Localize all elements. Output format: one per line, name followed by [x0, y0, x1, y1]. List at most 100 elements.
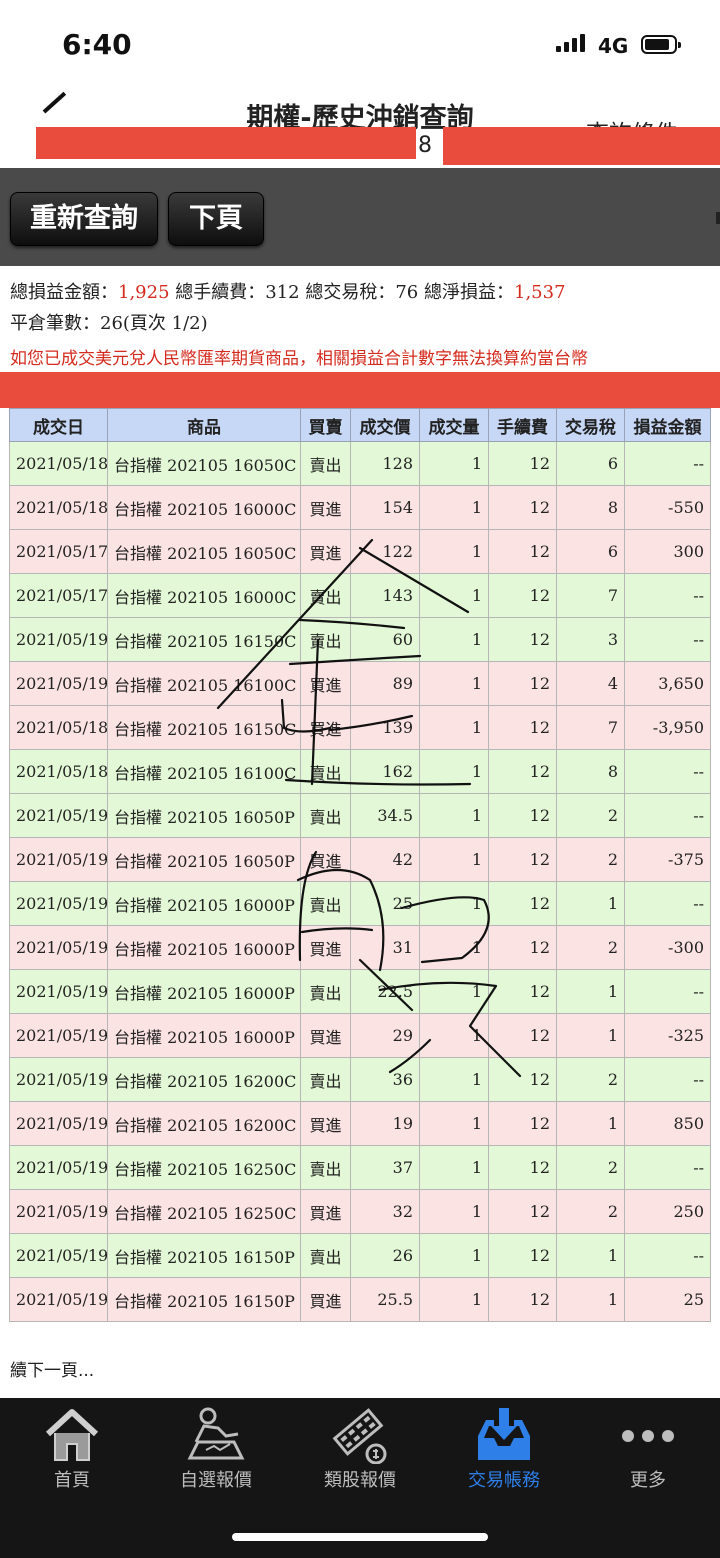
cell-qty: 1 — [419, 1013, 489, 1058]
col-header-product: 商品 — [107, 408, 301, 442]
cell-tax: 6 — [556, 529, 625, 574]
cell-product: 台指權 202105 16000P — [107, 881, 301, 926]
table-row: 2021/05/19 台指權 202105 16000P 賣出 25 1 12 1 -- — [9, 881, 711, 926]
cell-tax: 2 — [556, 1057, 625, 1102]
cell-date: 2021/05/19 — [9, 1233, 108, 1278]
table-row: 2021/05/19 台指權 202105 16200C 買進 19 1 12 1 850 — [9, 1101, 711, 1146]
cell-price: 139 — [350, 705, 420, 750]
redaction-bar-notice — [0, 372, 720, 408]
tab-home-label: 首頁 — [54, 1470, 90, 1491]
col-header-pl: 損益金額 — [624, 408, 711, 442]
tab-trading-account-label: 交易帳務 — [468, 1470, 540, 1491]
cell-tax: 4 — [556, 661, 625, 706]
cell-date: 2021/05/19 — [9, 1057, 108, 1102]
total-fee-value: 312 — [265, 282, 300, 303]
cell-side: 賣出 — [300, 1145, 351, 1190]
table-row: 2021/05/19 台指權 202105 16250C 賣出 37 1 12 2 -- — [9, 1145, 711, 1190]
cell-date: 2021/05/18 — [9, 441, 108, 486]
cell-pl: -325 — [624, 1013, 711, 1058]
cell-side: 買進 — [300, 529, 351, 574]
cell-side: 買進 — [300, 705, 351, 750]
table-row: 2021/05/19 台指權 202105 16250C 買進 32 1 12 2 250 — [9, 1189, 711, 1234]
table-row: 2021/05/17 台指權 202105 16000C 賣出 143 1 12 7 -- — [9, 573, 711, 618]
cell-fee: 12 — [488, 573, 557, 618]
cell-date: 2021/05/19 — [9, 837, 108, 882]
cell-qty: 1 — [419, 573, 489, 618]
cell-date: 2021/05/19 — [9, 925, 108, 970]
cell-side: 買進 — [300, 1101, 351, 1146]
table-row: 2021/05/18 台指權 202105 16000C 買進 154 1 12 8 -550 — [9, 485, 711, 530]
cell-price: 25 — [350, 881, 420, 926]
cell-product: 台指權 202105 16250C — [107, 1189, 301, 1234]
cell-tax: 2 — [556, 837, 625, 882]
cell-qty: 1 — [419, 969, 489, 1014]
currency-notice: 如您已成交美元兌人民幣匯率期貨商品，相關損益合計數字無法換算約當台幣 — [10, 349, 588, 369]
tab-trading-account[interactable]: 交易帳務 — [432, 1398, 576, 1502]
table-row: 2021/05/18 台指權 202105 16050C 賣出 128 1 12 6 -- — [9, 441, 711, 486]
cell-tax: 1 — [556, 969, 625, 1014]
cell-date: 2021/05/17 — [9, 529, 108, 574]
table-row: 2021/05/19 台指權 202105 16100C 買進 89 1 12 4 3,650 — [9, 661, 711, 706]
cell-pl: -- — [624, 573, 711, 618]
cell-price: 42 — [350, 837, 420, 882]
cell-product: 台指權 202105 16050C — [107, 529, 301, 574]
tab-home[interactable]: 首頁 — [0, 1398, 144, 1502]
cell-tax: 1 — [556, 1101, 625, 1146]
table-row: 2021/05/17 台指權 202105 16050C 買進 122 1 12 6 300 — [9, 529, 711, 574]
table-row: 2021/05/19 台指權 202105 16200C 賣出 36 1 12 2 -- — [9, 1057, 711, 1102]
cell-pl: -- — [624, 793, 711, 838]
col-header-tax: 交易稅 — [556, 408, 625, 442]
cell-tax: 1 — [556, 1277, 625, 1322]
cell-side: 賣出 — [300, 1233, 351, 1278]
cell-product: 台指權 202105 16150C — [107, 617, 301, 662]
summary-totals: 總損益金額：1,925 總手續費：312 總交易稅：76 總淨損益：1,537 — [10, 282, 566, 303]
total-tax-value: 76 — [395, 282, 419, 303]
cell-date: 2021/05/19 — [9, 1013, 108, 1058]
cell-fee: 12 — [488, 485, 557, 530]
redaction-bar-left — [36, 127, 416, 159]
cell-fee: 12 — [488, 881, 557, 926]
network-type: 4G — [598, 34, 629, 58]
cell-side: 買進 — [300, 837, 351, 882]
cell-pl: -- — [624, 749, 711, 794]
cell-pl: -- — [624, 1233, 711, 1278]
cell-fee: 12 — [488, 1189, 557, 1234]
continue-next-page-text: 續下一頁... — [10, 1361, 95, 1381]
requery-button[interactable]: 重新查詢 — [10, 192, 158, 246]
clock: 6:40 — [62, 28, 132, 61]
col-header-fee: 手續費 — [488, 408, 557, 442]
tab-sector-quotes[interactable]: 類股報價 — [288, 1398, 432, 1502]
table-row: 2021/05/19 台指權 202105 16150P 買進 25.5 1 12 1 25 — [9, 1277, 711, 1322]
home-indicator[interactable] — [232, 1533, 488, 1541]
cell-qty: 1 — [419, 661, 489, 706]
cell-price: 36 — [350, 1057, 420, 1102]
cell-product: 台指權 202105 16000C — [107, 573, 301, 618]
home-icon — [45, 1409, 99, 1461]
cell-product: 台指權 202105 16250C — [107, 1145, 301, 1190]
table-row: 2021/05/18 台指權 202105 16100C 賣出 162 1 12 8 -- — [9, 749, 711, 794]
cell-pl: -- — [624, 969, 711, 1014]
table-row: 2021/05/19 台指權 202105 16000P 買進 29 1 12 1 -325 — [9, 1013, 711, 1058]
cell-product: 台指權 202105 16000P — [107, 925, 301, 970]
tab-watchlist[interactable]: 自選報價 — [144, 1398, 288, 1502]
cell-price: 162 — [350, 749, 420, 794]
cell-date: 2021/05/19 — [9, 1145, 108, 1190]
scroll-indicator — [716, 212, 720, 224]
cell-date: 2021/05/19 — [9, 969, 108, 1014]
cell-product: 台指權 202105 16100C — [107, 661, 301, 706]
cell-side: 賣出 — [300, 881, 351, 926]
signal-icon — [556, 34, 585, 52]
cell-tax: 2 — [556, 793, 625, 838]
cell-product: 台指權 202105 16000P — [107, 1013, 301, 1058]
col-header-price: 成交價 — [350, 408, 420, 442]
cell-fee: 12 — [488, 1057, 557, 1102]
cell-price: 37 — [350, 1145, 420, 1190]
cell-product: 台指權 202105 16050C — [107, 441, 301, 486]
tab-more[interactable]: 更多 — [576, 1398, 720, 1502]
cell-fee: 12 — [488, 925, 557, 970]
next-page-button[interactable]: 下頁 — [168, 192, 264, 246]
cell-pl: -375 — [624, 837, 711, 882]
cell-price: 122 — [350, 529, 420, 574]
table-row: 2021/05/19 台指權 202105 16050P 買進 42 1 12 2 -375 — [9, 837, 711, 882]
cell-fee: 12 — [488, 749, 557, 794]
